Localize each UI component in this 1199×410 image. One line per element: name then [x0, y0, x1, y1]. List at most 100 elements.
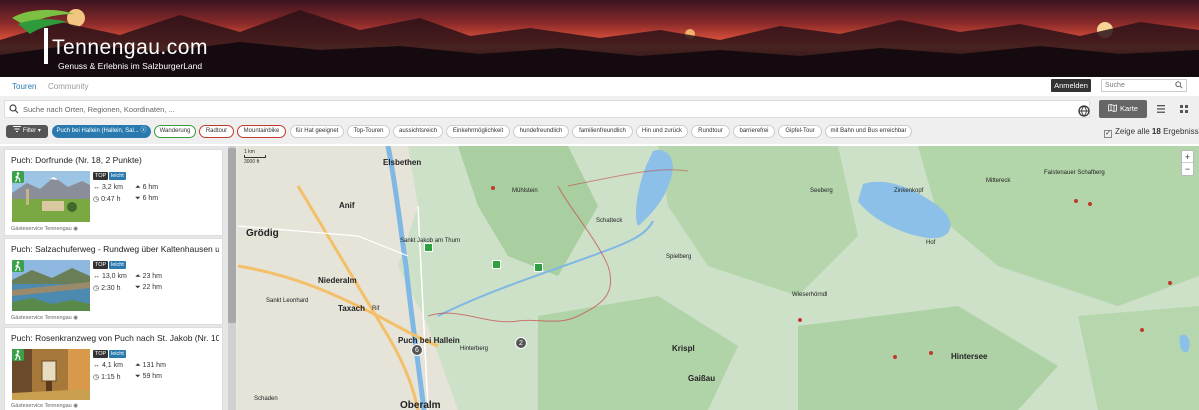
tour-cluster-marker[interactable]: 2	[515, 337, 527, 349]
chip-familienfreundlich[interactable]: familienfreundlich	[572, 125, 633, 138]
close-icon[interactable]: ⓧ	[141, 128, 147, 134]
results-toggle[interactable]: ✓Zeige alle 18 Ergebnisse	[1104, 127, 1199, 138]
chip-aussichtsreich[interactable]: aussichtsreich	[393, 125, 443, 138]
tour-cluster-marker[interactable]: 6	[411, 344, 423, 356]
distance-stat: ↔ 4,1 km	[93, 362, 123, 369]
descent-stat: ⏷ 22 hm	[135, 284, 163, 291]
place-label: Hinterberg	[460, 346, 489, 352]
results-count: 18	[1151, 127, 1161, 136]
place-label: Grödig	[246, 228, 279, 239]
chip-wanderung[interactable]: Wanderung	[154, 125, 196, 138]
list-view-icon[interactable]	[1152, 100, 1170, 118]
tour-source[interactable]: Gästeservice Tennengau ◉	[11, 403, 78, 409]
place-label: Mühlstein	[512, 188, 538, 194]
search-icon	[9, 104, 19, 114]
tab-community[interactable]: Community	[48, 82, 88, 91]
place-label: Niederalm	[318, 276, 357, 285]
hiking-icon	[12, 349, 24, 361]
scale-bar	[244, 155, 266, 158]
chip-einkehrmoeglichkeit[interactable]: Einkehrmöglichkeit	[446, 125, 510, 138]
results-suffix: Ergebnisse	[1163, 127, 1199, 136]
zoom-out-button[interactable]: −	[1182, 163, 1193, 175]
place-label: Rif	[372, 306, 380, 312]
chip-barrierefrei[interactable]: barrierefrei	[733, 125, 775, 138]
place-label: Puch bei Hallein	[398, 336, 460, 345]
place-label: Wieserhörndl	[792, 292, 828, 298]
tour-card[interactable]: Puch: Salzachuferweg - Rundweg über Kalt…	[4, 238, 223, 325]
top-badge: TOP	[93, 261, 109, 269]
chip-mountainbike[interactable]: Mountainbike	[237, 125, 286, 138]
chip-bahn-bus[interactable]: mit Bahn und Bus erreichbar	[825, 125, 912, 138]
map-scale: 1 km 3000 ft	[244, 149, 266, 165]
zoom-in-button[interactable]: +	[1182, 151, 1193, 163]
map-view-button[interactable]: Karte	[1099, 100, 1147, 118]
globe-locate-icon[interactable]	[1077, 104, 1091, 118]
site-search-input[interactable]: Suche	[1101, 79, 1187, 92]
place-label: Krispl	[672, 344, 695, 353]
place-label: Hintersee	[951, 352, 988, 361]
login-button[interactable]: Anmelden	[1051, 79, 1091, 92]
filter-icon	[13, 126, 22, 132]
place-label: Schaden	[254, 396, 278, 402]
verified-icon: ◉	[73, 403, 79, 409]
scale-ft: 3000 ft	[244, 159, 260, 165]
map-terrain	[238, 146, 1199, 410]
hiking-marker-icon[interactable]	[492, 260, 501, 269]
place-label: Gaißau	[688, 374, 716, 383]
tour-title[interactable]: Puch: Salzachuferweg - Rundweg über Kalt…	[11, 244, 219, 254]
tennengau-logo[interactable]: Tennengau.com Genuss & Erlebnis im Salzb…	[8, 6, 218, 72]
scroll-thumb[interactable]	[228, 148, 236, 323]
hiking-marker-icon[interactable]	[534, 263, 543, 272]
list-scrollbar[interactable]	[228, 146, 236, 410]
map-view[interactable]: 1 km 3000 ft + − Grödig Anif Elsbethen N…	[238, 146, 1199, 410]
chip-gipfel-tour[interactable]: Gipfel-Tour	[778, 125, 822, 138]
descent-stat: ⏷ 6 hm	[135, 195, 159, 202]
tab-touren[interactable]: Touren	[12, 82, 36, 91]
ascent-stat: ⏶ 23 hm	[135, 273, 163, 280]
location-chip-label: Puch bei Hallein (Hallein, Sal...	[56, 128, 139, 134]
hiking-icon	[12, 171, 24, 183]
tour-card[interactable]: Puch: Dorfrunde (Nr. 18, 2 Punkte) TOP l…	[4, 149, 223, 236]
chip-hundefreundlich[interactable]: hundefreundlich	[513, 125, 569, 138]
map-icon	[1108, 104, 1117, 112]
zoom-control: + −	[1181, 150, 1194, 176]
place-label: Sankt Leonhard	[266, 298, 309, 304]
tour-title[interactable]: Puch: Dorfrunde (Nr. 18, 2 Punkte)	[11, 155, 219, 165]
logo-tagline: Genuss & Erlebnis im SalzburgerLand	[58, 61, 203, 71]
hiking-marker-icon[interactable]	[424, 243, 433, 252]
difficulty-badge: leicht	[109, 172, 126, 180]
header-banner: Tennengau.com Genuss & Erlebnis im Salzb…	[0, 0, 1199, 77]
tour-source[interactable]: Gästeservice Tennengau ◉	[11, 226, 78, 232]
ascent-stat: ⏶ 131 hm	[135, 362, 166, 369]
place-label: Hof	[926, 240, 936, 246]
clock-icon: ◷	[93, 285, 100, 292]
distance-stat: ↔ 13,0 km	[93, 273, 127, 280]
chip-hat-geeignet[interactable]: für Hat geeignet	[290, 125, 344, 138]
location-search-input[interactable]: Suche nach Orten, Regionen, Koordinaten,…	[4, 100, 1090, 118]
distance-icon: ↔	[93, 273, 100, 280]
nav-bar: Touren Community Anmelden Suche	[0, 77, 1199, 96]
chip-rundtour[interactable]: Rundtour	[691, 125, 730, 138]
search-row: Suche nach Orten, Regionen, Koordinaten,…	[0, 96, 1199, 122]
chip-hin-und-zurueck[interactable]: Hin und zurück	[636, 125, 688, 138]
results-prefix: Zeige alle	[1115, 127, 1150, 136]
checkbox-icon[interactable]: ✓	[1104, 130, 1112, 138]
top-badge: TOP	[93, 350, 109, 358]
grid-view-icon[interactable]	[1175, 100, 1193, 118]
place-label: Schatteck	[596, 218, 623, 224]
descent-icon: ⏷	[135, 195, 141, 202]
filter-row: Filter ▾ Puch bei Hallein (Hallein, Sal.…	[0, 122, 1199, 144]
chip-radtour[interactable]: Radtour	[199, 125, 234, 138]
ascent-icon: ⏶	[135, 184, 141, 191]
tour-title[interactable]: Puch: Rosenkranzweg von Puch nach St. Ja…	[11, 333, 219, 343]
verified-icon: ◉	[73, 315, 79, 321]
location-chip[interactable]: Puch bei Hallein (Hallein, Sal... ⓧ	[52, 125, 151, 138]
place-label: Faistenauer Schafberg	[1044, 170, 1105, 176]
difficulty-badge: leicht	[109, 350, 126, 358]
duration-stat: ◷ 2:30 h	[93, 285, 121, 292]
clock-icon: ◷	[93, 196, 100, 203]
chip-top-touren[interactable]: Top-Touren	[347, 125, 390, 138]
tour-source[interactable]: Gästeservice Tennengau ◉	[11, 315, 78, 321]
filter-button[interactable]: Filter ▾	[6, 125, 48, 138]
tour-card[interactable]: Puch: Rosenkranzweg von Puch nach St. Ja…	[4, 327, 223, 410]
